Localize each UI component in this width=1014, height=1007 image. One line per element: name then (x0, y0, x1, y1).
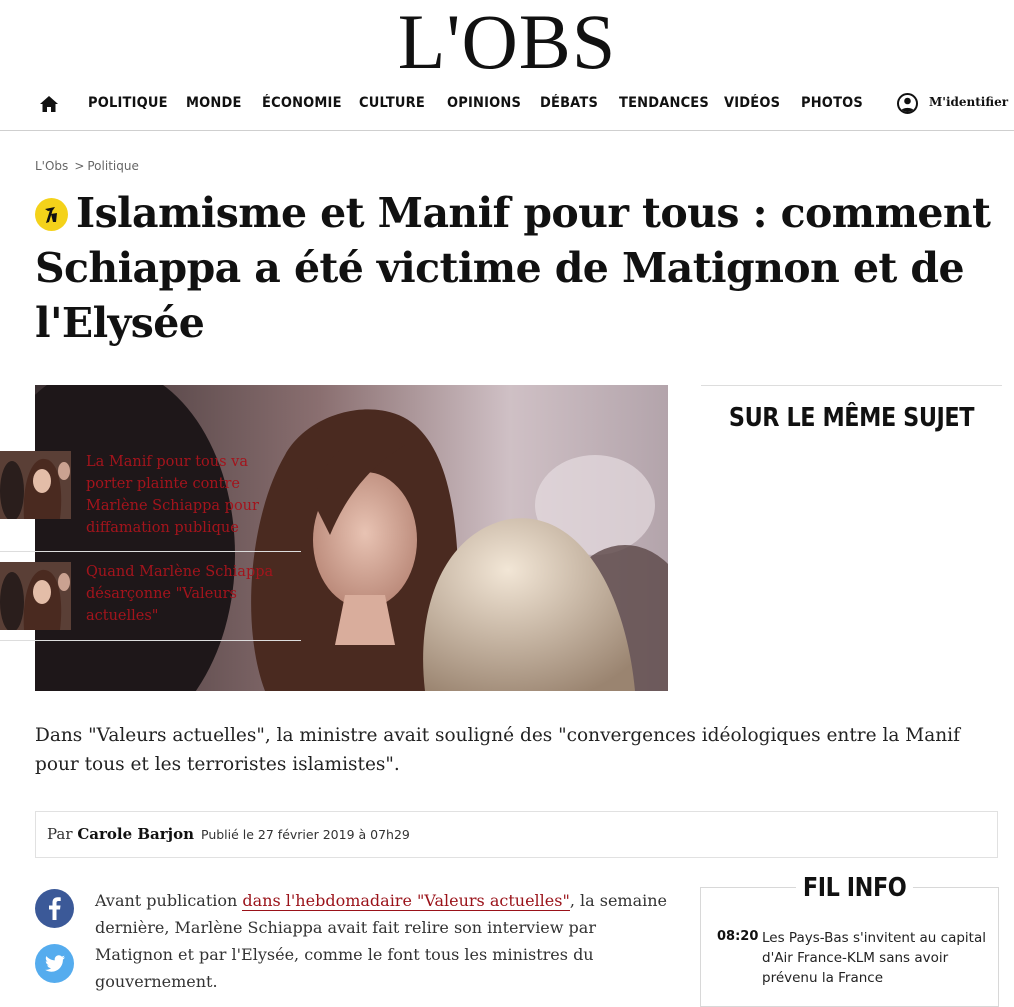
breadcrumb: L'Obs > Politique (35, 159, 139, 173)
twitter-share-button[interactable] (35, 944, 74, 983)
fil-info-title: FIL INFO (796, 872, 914, 904)
article-lede: Dans "Valeurs actuelles", la ministre av… (35, 725, 960, 775)
related-item[interactable]: La Manif pour tous va porter plainte con… (0, 445, 301, 552)
breadcrumb-separator: > (74, 159, 85, 173)
byline-author-line: Par Carole Barjon (47, 825, 194, 843)
home-icon[interactable] (38, 94, 60, 114)
user-icon[interactable] (897, 93, 918, 114)
valeurs-actuelles-link[interactable]: dans l'hebdomadaire "Valeurs actuelles" (242, 891, 570, 911)
related-link[interactable]: La Manif pour tous va porter plainte con… (86, 451, 296, 539)
publish-date: Publié le 27 février 2019 à 07h29 (201, 827, 410, 842)
nav-item-tendances[interactable]: TENDANCES (619, 95, 709, 111)
news-time: 08:20 (717, 929, 759, 944)
nav-item-politique[interactable]: POLITIQUE (88, 95, 168, 111)
site-logo[interactable]: L'OBS (0, 2, 1014, 82)
facebook-icon (49, 897, 61, 920)
body-text: Avant publication (95, 891, 243, 910)
twitter-icon (45, 955, 65, 972)
nav-item-photos[interactable]: PHOTOS (801, 95, 863, 111)
related-thumbnail[interactable] (0, 562, 71, 630)
news-headline[interactable]: Les Pays-Bas s'invitent au capital d'Air… (762, 928, 992, 988)
related-link[interactable]: Quand Marlène Schiappa désarçonne "Valeu… (86, 561, 296, 627)
nav-item-videos[interactable]: VIDÉOS (724, 95, 780, 111)
fil-info-box: FIL INFO 08:20 Les Pays-Bas s'invitent a… (700, 872, 999, 1007)
article-body: Avant publication dans l'hebdomadaire "V… (95, 887, 670, 995)
related-thumbnail[interactable] (0, 451, 71, 519)
nav-item-monde[interactable]: MONDE (186, 95, 242, 111)
related-title: SUR LE MÊME SUJET (728, 403, 975, 433)
breadcrumb-home[interactable]: L'Obs (35, 159, 68, 173)
byline: Par Carole Barjon Publié le 27 février 2… (35, 811, 998, 858)
login-link[interactable]: M'identifier (929, 95, 1008, 109)
related-item[interactable]: Quand Marlène Schiappa désarçonne "Valeu… (0, 551, 301, 641)
nav-item-culture[interactable]: CULTURE (359, 95, 425, 111)
main-nav: POLITIQUE MONDE ÉCONOMIE CULTURE OPINION… (0, 84, 1014, 131)
article-title: Islamisme et Manif pour tous : comment S… (35, 189, 991, 347)
breadcrumb-section[interactable]: Politique (87, 159, 138, 173)
byline-prefix: Par (47, 825, 73, 843)
author-name[interactable]: Carole Barjon (77, 825, 194, 843)
nav-item-opinions[interactable]: OPINIONS (447, 95, 521, 111)
facebook-share-button[interactable] (35, 889, 74, 928)
related-sidebar: SUR LE MÊME SUJET (701, 385, 1002, 436)
nav-item-debats[interactable]: DÉBATS (540, 95, 598, 111)
nav-item-economie[interactable]: ÉCONOMIE (262, 95, 342, 111)
